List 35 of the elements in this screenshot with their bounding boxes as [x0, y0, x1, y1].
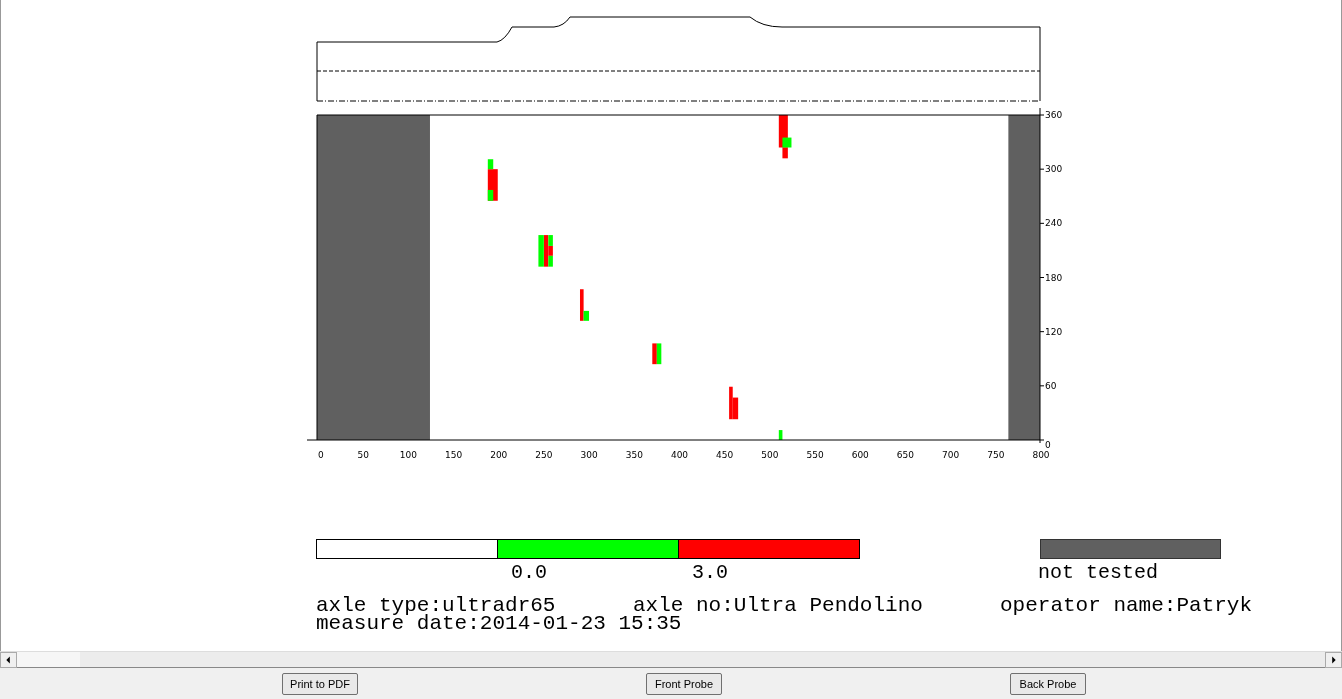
x-tick-label: 0	[318, 450, 324, 460]
x-tick-label: 350	[625, 450, 643, 460]
scale-label: 3.0	[692, 561, 728, 584]
x-tick-label: 650	[896, 450, 915, 460]
y-tick-label: 180	[1045, 272, 1063, 283]
action-button[interactable]: Print to PDF	[282, 672, 358, 695]
x-tick-label: 700	[942, 450, 960, 460]
x-tick-label: 450	[716, 450, 734, 460]
scroll-thumb[interactable]	[17, 652, 80, 667]
y-tick-label: 360	[1045, 110, 1063, 120]
info-text: operator name:Patryk	[1000, 594, 1253, 617]
x-tick-label: 50	[357, 450, 369, 460]
x-tick-label: 400	[670, 450, 689, 460]
x-tick-label: 100	[399, 450, 417, 460]
y-tick-label: 240	[1045, 218, 1063, 229]
y-tick-label: 300	[1045, 164, 1063, 175]
x-tick-label: 800	[1032, 450, 1050, 460]
scroll-right-icon[interactable]	[1325, 652, 1342, 668]
x-tick-label: 250	[535, 450, 553, 460]
x-tick-label: 150	[444, 450, 463, 460]
y-tick-label: 60	[1045, 380, 1057, 391]
x-tick-label: 600	[851, 450, 869, 460]
info-text: axle no:Ultra Pendolino	[633, 594, 923, 617]
x-tick-label: 500	[761, 450, 779, 460]
action-button[interactable]: Front Probe	[646, 672, 722, 695]
x-tick-label: 750	[987, 450, 1005, 460]
x-tick-label: 300	[580, 450, 598, 460]
y-tick-label: 0	[1045, 440, 1051, 450]
scroll-left-icon[interactable]	[0, 652, 17, 668]
action-button[interactable]: Back Probe	[1010, 672, 1086, 695]
x-tick-label: 550	[806, 450, 824, 460]
y-tick-label: 120	[1045, 326, 1063, 337]
not-tested-label: not tested	[1038, 560, 1159, 586]
x-tick-label: 200	[490, 450, 508, 460]
scale-label: 0.0	[511, 561, 547, 584]
